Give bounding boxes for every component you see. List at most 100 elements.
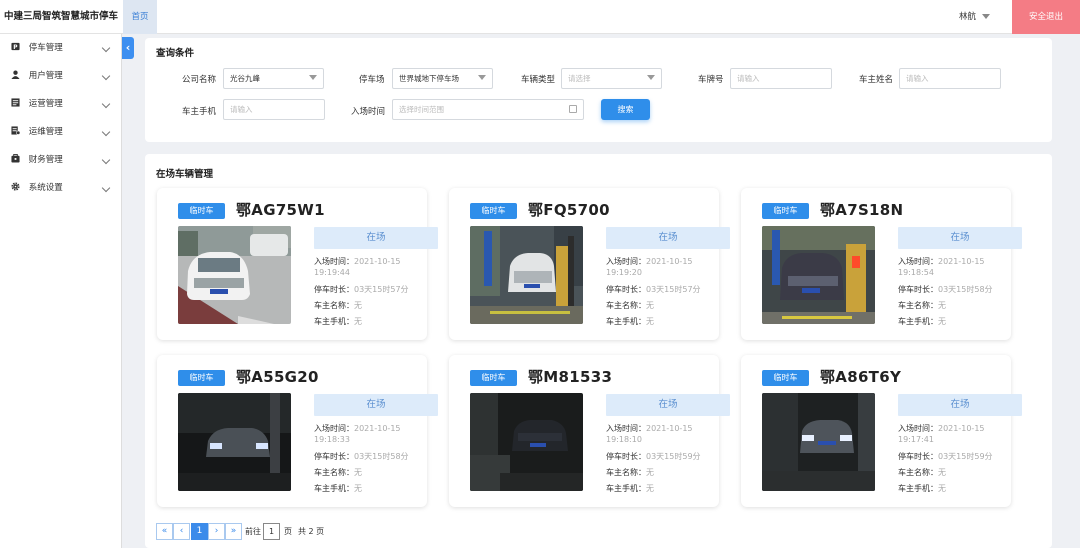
top-bar: 中建三局智筑智慧城市停车 首页 林航 安全退出 <box>0 0 1080 34</box>
vehicle-card[interactable]: 临时车 鄂A86T6Y 在场入场时间：2021-10-15 19:17:41 停车时长：… <box>741 355 1022 507</box>
plate-number: 鄂M81533 <box>528 368 613 386</box>
phone-label: 车主手机： <box>314 317 354 326</box>
vehicle-photo <box>762 226 875 324</box>
chevron-down-icon <box>101 183 111 193</box>
owner-label: 车主名称： <box>606 468 646 477</box>
vehicle-type-badge: 临时车 <box>762 203 809 219</box>
maintenance-icon <box>11 126 20 135</box>
chevron-down-icon <box>101 99 111 109</box>
user-icon <box>11 70 20 79</box>
user-menu[interactable]: 林航 <box>959 0 990 34</box>
first-page-button[interactable]: « <box>156 523 173 540</box>
page-number-current[interactable]: 1 <box>191 523 208 540</box>
duration-value: 03天15时58分 <box>354 452 409 461</box>
operations-icon <box>11 98 20 107</box>
app-title: 中建三局智筑智慧城市停车 <box>3 11 118 22</box>
sidebar-item-settings[interactable]: 系统设置 <box>0 174 121 202</box>
lot-label: 停车场 <box>359 75 385 85</box>
search-button[interactable]: 搜索 <box>601 99 650 120</box>
tab-home[interactable]: 首页 <box>123 0 157 34</box>
entry-time-range-picker[interactable]: 选择时间范围 <box>392 99 584 120</box>
goto-page-input[interactable]: 1 <box>263 523 280 540</box>
entry-time-label: 入场时间 <box>351 107 386 117</box>
plate-number: 鄂FQ5700 <box>528 201 610 219</box>
phone-value: 无 <box>354 317 362 326</box>
duration-label: 停车时长： <box>606 452 646 461</box>
vehicle-type-label: 车辆类型 <box>521 75 556 85</box>
logout-button[interactable]: 安全退出 <box>1012 0 1080 34</box>
phone-row: 车主手机：无 <box>314 483 362 494</box>
entry-time: 19:18:54 <box>898 268 934 277</box>
phone-label: 车主手机： <box>606 317 646 326</box>
sidebar-item-label: 财务管理 <box>28 155 63 165</box>
phone-row: 车主手机：无 <box>606 483 654 494</box>
caret-down-icon <box>982 14 990 19</box>
vehicles-panel: 在场车辆管理 临时车 鄂AG75W1 在场 入场时间：2021-10-15 19:19:… <box>145 154 1052 548</box>
entry-time-row: 入场时间：2021-10-15 19:17:41 <box>898 423 985 445</box>
plate-label: 车牌号 <box>698 75 724 85</box>
sidebar-item-finance[interactable]: 财务管理 <box>0 146 121 174</box>
owner-row: 车主名称：无 <box>606 467 654 478</box>
entry-time-row: 入场时间：2021-10-15 19:18:33 <box>314 423 401 445</box>
entry-date: 2021-10-15 <box>938 257 985 266</box>
last-page-button[interactable]: » <box>225 523 242 540</box>
phone-row: 车主手机：无 <box>898 316 946 327</box>
vehicle-card[interactable]: 临时车 鄂M81533 在场 入场时间：2021-10-15 19:18:10 停车时长：… <box>449 355 730 507</box>
vehicle-type-badge: 临时车 <box>762 370 809 386</box>
sidebar-collapse-button[interactable]: ‹ <box>122 37 134 59</box>
plate-input[interactable]: 请输入 <box>730 68 832 89</box>
sidebar-item-maintenance[interactable]: 运维管理 <box>0 118 121 146</box>
entry-date: 2021-10-15 <box>354 424 401 433</box>
vehicle-type-select[interactable]: 请选择 <box>561 68 662 89</box>
vehicle-card[interactable]: 临时车 鄂A7S18N 在场 入场时间：2021-10-15 19:18:54 停车时长：… <box>741 188 1022 340</box>
duration-label: 停车时长： <box>314 452 354 461</box>
status-badge: 在场 <box>606 227 730 249</box>
user-name: 林航 <box>958 12 976 22</box>
plate-number: 鄂A86T6Y <box>820 368 902 386</box>
vehicle-card[interactable]: 临时车 鄂AG75W1 在场 入场时间：2021-10-15 19:19:44 停车时长：… <box>157 188 438 340</box>
sidebar-item-label: 运营管理 <box>28 99 63 109</box>
owner-phone-placeholder: 请输入 <box>230 105 253 114</box>
sidebar-item-label: 停车管理 <box>28 43 63 53</box>
chevron-down-icon <box>101 127 111 137</box>
dropdown-arrow-icon <box>647 75 655 80</box>
duration-label: 停车时长： <box>898 452 938 461</box>
entry-time-row: 入场时间：2021-10-15 19:18:54 <box>898 256 985 278</box>
owner-row: 车主名称：无 <box>898 467 946 478</box>
parking-icon: P <box>11 42 20 51</box>
plate-number: 鄂A7S18N <box>820 201 904 219</box>
owner-label: 车主名称： <box>606 301 646 310</box>
status-badge: 在场 <box>898 394 1022 416</box>
plate-number: 鄂AG75W1 <box>236 201 325 219</box>
vehicle-card[interactable]: 临时车 鄂A55G20 在场 入场时间：2021-10-15 19:18:33 停车时长：… <box>157 355 438 507</box>
plate-number: 鄂A55G20 <box>236 368 319 386</box>
phone-label: 车主手机： <box>314 484 354 493</box>
duration-value: 03天15时59分 <box>938 452 993 461</box>
svg-text:P: P <box>13 45 18 51</box>
vehicle-photo <box>762 393 875 491</box>
owner-phone-input[interactable]: 请输入 <box>223 99 325 120</box>
sidebar-item-users[interactable]: 用户管理 <box>0 62 121 90</box>
entry-time-label: 入场时间： <box>898 257 938 266</box>
lot-select[interactable]: 世界城地下停车场 <box>392 68 493 89</box>
next-page-button[interactable]: › <box>208 523 225 540</box>
duration-row: 停车时长：03天15时57分 <box>314 284 409 295</box>
owner-label: 车主名称： <box>898 301 938 310</box>
prev-page-button[interactable]: ‹ <box>173 523 190 540</box>
owner-value: 无 <box>938 468 946 477</box>
company-select[interactable]: 光谷九峰 <box>223 68 324 89</box>
sidebar-item-parking[interactable]: P 停车管理 <box>0 34 121 62</box>
sidebar-item-label: 运维管理 <box>28 127 63 137</box>
duration-value: 03天15时59分 <box>646 452 701 461</box>
vehicle-card[interactable]: 临时车 鄂FQ5700 在场 入场时间：2021-10-15 19:19:20 停车时长：… <box>449 188 730 340</box>
entry-time-label: 入场时间： <box>314 257 354 266</box>
vehicle-photo <box>470 393 583 491</box>
owner-name-input[interactable]: 请输入 <box>899 68 1001 89</box>
duration-label: 停车时长： <box>606 285 646 294</box>
vehicle-photo <box>178 226 291 324</box>
entry-time-placeholder: 选择时间范围 <box>399 105 444 114</box>
owner-label: 车主名称： <box>314 301 354 310</box>
owner-phone-label: 车主手机 <box>182 107 217 117</box>
phone-value: 无 <box>938 484 946 493</box>
sidebar-item-operations[interactable]: 运营管理 <box>0 90 121 118</box>
